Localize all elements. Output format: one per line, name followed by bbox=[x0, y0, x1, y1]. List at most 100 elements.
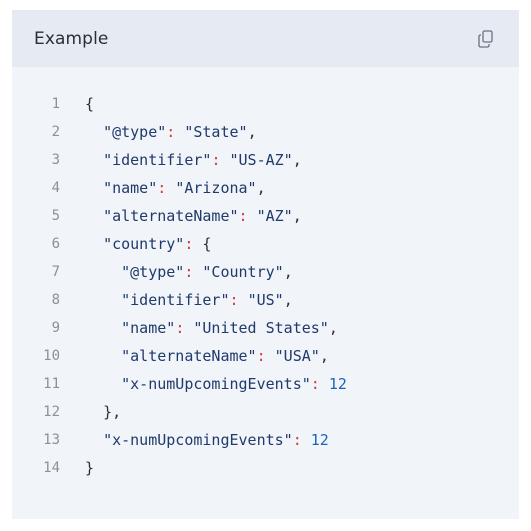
code-content: "x-numUpcomingEvents": 12 bbox=[85, 431, 329, 449]
panel-header: Example bbox=[12, 10, 519, 67]
code-token: "State" bbox=[184, 123, 248, 141]
code-token: , bbox=[292, 151, 302, 169]
code-token: "US-AZ" bbox=[229, 151, 293, 169]
line-number: 8 bbox=[51, 292, 60, 308]
code-token: , bbox=[247, 123, 257, 141]
line-number: 5 bbox=[51, 208, 60, 224]
line-number: 13 bbox=[43, 432, 60, 448]
line-number: 9 bbox=[51, 320, 60, 336]
code-token: : bbox=[292, 431, 302, 449]
panel-title: Example bbox=[34, 28, 109, 49]
code-token: "country" bbox=[103, 235, 185, 253]
code-line: 8 "identifier": "US", bbox=[12, 286, 519, 314]
code-token: , bbox=[328, 319, 338, 337]
code-token: , bbox=[292, 207, 302, 225]
code-line: 11 "x-numUpcomingEvents": 12 bbox=[12, 370, 519, 398]
code-block: 1{2 "@type": "State", 3 "identifier": "US… bbox=[12, 90, 519, 482]
code-token: "USA" bbox=[274, 347, 320, 365]
code-token: 12 bbox=[310, 431, 329, 449]
code-token: { bbox=[193, 235, 212, 253]
code-content: }, bbox=[85, 403, 121, 421]
code-example-panel: Example 1{2 "@type": "State", 3 "identifi… bbox=[12, 10, 519, 519]
code-token: "AZ" bbox=[256, 207, 293, 225]
code-line: 7 "@type": "Country", bbox=[12, 258, 519, 286]
code-token: "name" bbox=[103, 179, 158, 197]
code-content: "@type": "State", bbox=[85, 123, 257, 141]
code-token: }, bbox=[103, 403, 122, 421]
line-number: 1 bbox=[51, 96, 60, 112]
code-token: "x-numUpcomingEvents" bbox=[121, 375, 311, 393]
line-number: 11 bbox=[43, 376, 60, 392]
code-token: "@type" bbox=[121, 263, 185, 281]
code-token: 12 bbox=[328, 375, 347, 393]
code-token: : bbox=[310, 375, 320, 393]
code-content: { bbox=[85, 95, 94, 113]
code-content: "identifier": "US-AZ", bbox=[85, 151, 302, 169]
copy-icon bbox=[478, 29, 493, 48]
line-number: 12 bbox=[43, 404, 60, 420]
code-token: } bbox=[85, 459, 95, 477]
line-number: 4 bbox=[51, 180, 60, 196]
code-token: "Arizona" bbox=[175, 179, 257, 197]
code-content: "x-numUpcomingEvents": 12 bbox=[85, 375, 347, 393]
line-number: 2 bbox=[51, 124, 60, 140]
code-line: 2 "@type": "State", bbox=[12, 118, 519, 146]
code-content: "alternateName": "AZ", bbox=[85, 207, 302, 225]
code-token: , bbox=[283, 263, 293, 281]
line-number: 3 bbox=[51, 152, 60, 168]
code-content: } bbox=[85, 459, 94, 477]
code-line: 3 "identifier": "US-AZ", bbox=[12, 146, 519, 174]
code-content: "identifier": "US", bbox=[85, 291, 293, 309]
line-number: 6 bbox=[51, 236, 60, 252]
code-token: : bbox=[238, 207, 248, 225]
code-content: "name": "Arizona", bbox=[85, 179, 266, 197]
code-line: 9 "name": "United States", bbox=[12, 314, 519, 342]
copy-button[interactable] bbox=[475, 28, 497, 50]
code-token: "x-numUpcomingEvents" bbox=[103, 431, 293, 449]
code-line: 4 "name": "Arizona", bbox=[12, 174, 519, 202]
code-line: 5 "alternateName": "AZ", bbox=[12, 202, 519, 230]
code-token: "identifier" bbox=[121, 291, 230, 309]
code-token: "Country" bbox=[202, 263, 284, 281]
code-token: "name" bbox=[121, 319, 176, 337]
code-token: { bbox=[85, 95, 95, 113]
code-content: "name": "United States", bbox=[85, 319, 338, 337]
code-token: , bbox=[283, 291, 293, 309]
line-number: 7 bbox=[51, 264, 60, 280]
code-token: "@type" bbox=[103, 123, 167, 141]
code-content: "@type": "Country", bbox=[85, 263, 293, 281]
code-token: , bbox=[256, 179, 266, 197]
code-line: 12 }, bbox=[12, 398, 519, 426]
code-content: "country": { bbox=[85, 235, 211, 253]
code-line: 6 "country": { bbox=[12, 230, 519, 258]
code-token: "United States" bbox=[193, 319, 329, 337]
code-token: : bbox=[175, 319, 185, 337]
code-token: "alternateName" bbox=[121, 347, 257, 365]
code-token: : bbox=[229, 291, 239, 309]
code-token: : bbox=[157, 179, 167, 197]
code-line: 1{ bbox=[12, 90, 519, 118]
code-line: 14} bbox=[12, 454, 519, 482]
code-token: "identifier" bbox=[103, 151, 212, 169]
code-token: "alternateName" bbox=[103, 207, 239, 225]
code-line: 13 "x-numUpcomingEvents": 12 bbox=[12, 426, 519, 454]
